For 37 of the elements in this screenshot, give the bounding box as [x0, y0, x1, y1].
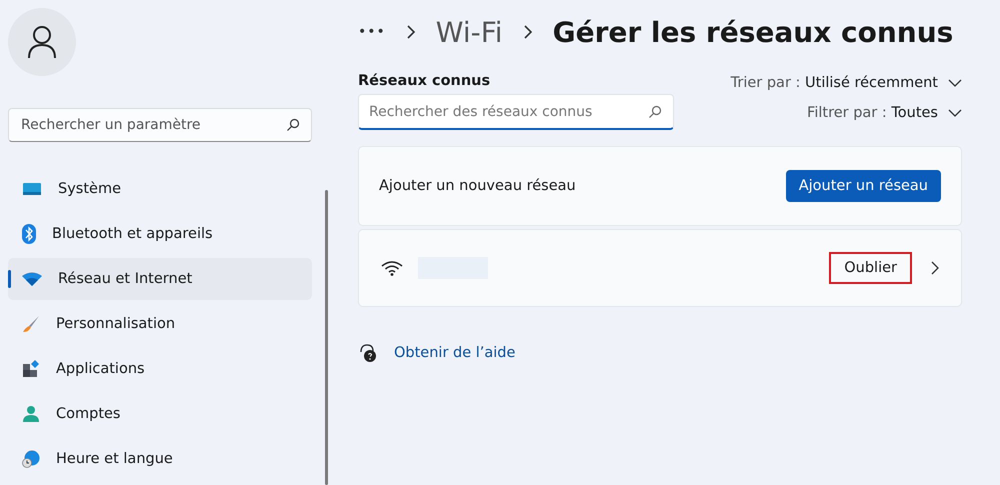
nav-item[interactable]: Heure et langue: [8, 438, 312, 480]
nav-item[interactable]: Applications: [8, 348, 312, 390]
nav-item[interactable]: Personnalisation: [8, 303, 312, 345]
add-network-label: Ajouter un nouveau réseau: [379, 178, 576, 194]
chevron-icon: [406, 25, 416, 39]
network-row[interactable]: Oublier: [358, 229, 962, 307]
more-button[interactable]: •••: [358, 24, 386, 40]
search-icon: [648, 105, 662, 119]
nav-item[interactable]: Comptes: [8, 393, 312, 435]
nav-item[interactable]: Bluetooth et appareils: [8, 213, 312, 255]
nav-item[interactable]: Réseau et Internet: [8, 258, 312, 300]
help-icon: [358, 343, 378, 363]
forget-button[interactable]: Oublier: [829, 252, 912, 284]
breadcrumb-item: Gérer les réseaux connus: [552, 16, 954, 48]
add-network-button[interactable]: Ajouter un réseau: [786, 170, 941, 202]
search-icon: [286, 118, 300, 132]
apps-icon: [22, 360, 40, 378]
brush-icon: [22, 315, 40, 333]
person-icon: [22, 405, 40, 423]
person-icon: [27, 25, 57, 59]
nav-item[interactable]: Système: [8, 168, 312, 210]
section-heading: Réseaux connus: [358, 73, 492, 89]
breadcrumb-item[interactable]: Wi-Fi: [436, 16, 503, 48]
chevron-icon: [931, 261, 939, 275]
wifi-icon: [381, 260, 403, 276]
search-field[interactable]: Rechercher un paramètre: [8, 108, 312, 142]
caret-icon: [948, 109, 962, 117]
caret-icon: [948, 79, 962, 87]
bluetooth-icon: [22, 224, 36, 244]
monitor-icon: [22, 181, 42, 197]
globe-clock-icon: [22, 450, 40, 468]
chevron-icon: [522, 25, 533, 39]
filter-dropdown[interactable]: Filtrer par : Toutes: [807, 105, 962, 121]
sort-dropdown[interactable]: Trier par : Utilisé récemment: [730, 75, 962, 91]
help-link[interactable]: Obtenir de l’aide: [394, 345, 516, 361]
wifi-icon: [22, 272, 42, 286]
search-field[interactable]: Rechercher des réseaux connus: [358, 94, 674, 130]
